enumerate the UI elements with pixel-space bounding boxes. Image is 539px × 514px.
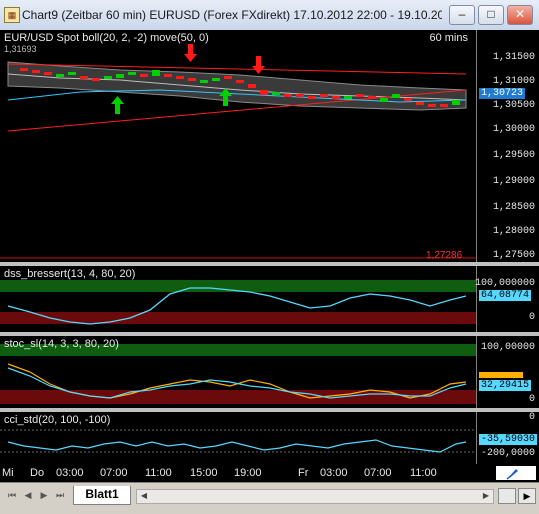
dss-value-badge: 64,08774 xyxy=(479,290,532,301)
price-tick: 1,28500 xyxy=(492,202,535,213)
low-marker-label: 1,27286 xyxy=(426,250,463,261)
cci-panel-label: cci_std(20, 100, -100) xyxy=(4,414,111,426)
prev-sheet-button[interactable]: ◀ xyxy=(22,489,34,501)
zoom-tool-button[interactable] xyxy=(496,466,536,480)
dss-indicator-panel[interactable]: dss_bressert(13, 4, 80, 20) xyxy=(0,266,476,332)
stoc-panel-label: stoc_sl(14, 3, 3, 80, 20) xyxy=(4,338,119,350)
chart-window: ▦ Chart9 (Zeitbar 60 min) EURUSD (Forex … xyxy=(0,0,539,514)
price-tick: 1,29000 xyxy=(492,176,535,187)
time-tick: 03:00 xyxy=(56,467,84,479)
high-marker-label: 1,31693 xyxy=(4,44,37,54)
cci-axis-bottom: -200,0000 xyxy=(480,448,535,459)
buy-arrow-1 xyxy=(111,96,124,114)
time-tick: 15:00 xyxy=(190,467,218,479)
scroll-left-icon[interactable]: ◀ xyxy=(139,491,149,501)
sell-arrow-2 xyxy=(252,56,265,74)
price-chart-panel[interactable]: EUR/USD Spot boll(20, 2, -2) move(50, 0)… xyxy=(0,30,476,262)
stoc-value-badge: 32,29415 xyxy=(479,380,532,391)
price-axis[interactable]: 1,31500 1,31000 1,30500 1,30000 1,29500 … xyxy=(476,30,539,262)
window-title: Chart9 (Zeitbar 60 min) EURUSD (Forex FX… xyxy=(22,8,442,22)
dss-axis: 100,000000 64,08774 0 xyxy=(474,266,539,332)
time-tick: 07:00 xyxy=(100,467,128,479)
stoc-axis-top: 100,00000 xyxy=(480,342,535,353)
scroll-end-icon[interactable]: ▶ xyxy=(518,488,536,504)
time-axis[interactable]: Mi Do 03:00 07:00 11:00 15:00 19:00 Fr 0… xyxy=(0,464,539,482)
dss-axis-top: 100,000000 xyxy=(474,278,535,289)
price-tick: 1,31000 xyxy=(492,76,535,87)
pin-icon xyxy=(506,469,518,480)
time-tick: 19:00 xyxy=(234,467,262,479)
stochastic-indicator-panel[interactable]: stoc_sl(14, 3, 3, 80, 20) xyxy=(0,336,476,408)
close-button[interactable]: ✕ xyxy=(507,5,533,25)
scroll-thumb[interactable] xyxy=(498,488,516,504)
first-sheet-button[interactable]: ⏮ xyxy=(6,489,18,501)
sell-arrow-1 xyxy=(184,44,197,62)
sheet-tab-bar: ⏮ ◀ ▶ ⏭ Blatt1 ◀ ▶ ▶ xyxy=(0,482,539,514)
minimize-button[interactable]: – xyxy=(449,5,475,25)
last-sheet-button[interactable]: ⏭ xyxy=(54,489,66,501)
price-tick: 1,27500 xyxy=(492,250,535,261)
stoc-fast-badge xyxy=(479,372,523,378)
time-tick: Mi xyxy=(2,467,14,479)
stoc-axis-bottom: 0 xyxy=(528,394,535,405)
timeframe-label: 60 mins xyxy=(429,32,468,44)
dss-panel-label: dss_bressert(13, 4, 80, 20) xyxy=(4,268,136,280)
cci-value-badge: -35,59030 xyxy=(479,434,538,445)
chart-app-icon: ▦ xyxy=(4,7,20,23)
time-tick: Fr xyxy=(298,467,309,479)
time-tick: 11:00 xyxy=(410,467,437,479)
stoc-axis: 100,00000 32,29415 0 xyxy=(476,336,539,408)
price-tick: 1,29500 xyxy=(492,150,535,161)
price-tick: 1,30500 xyxy=(492,100,535,111)
horizontal-scrollbar[interactable]: ◀ ▶ xyxy=(136,489,494,504)
title-bar[interactable]: ▦ Chart9 (Zeitbar 60 min) EURUSD (Forex … xyxy=(0,0,539,31)
price-panel-label: EUR/USD Spot boll(20, 2, -2) move(50, 0) xyxy=(4,32,209,44)
cci-line xyxy=(7,439,467,453)
price-tick: 1,31500 xyxy=(492,52,535,63)
time-tick: 03:00 xyxy=(320,467,348,479)
time-tick: 11:00 xyxy=(145,467,172,479)
price-chart-canvas xyxy=(0,44,476,259)
time-tick: 07:00 xyxy=(364,467,392,479)
price-tick: 1,28000 xyxy=(492,226,535,237)
dss-axis-bottom: 0 xyxy=(528,312,535,323)
cci-indicator-panel[interactable]: cci_std(20, 100, -100) xyxy=(0,412,476,464)
time-tick: Do xyxy=(30,467,45,479)
scroll-right-icon[interactable]: ▶ xyxy=(481,491,491,501)
current-price-badge: 1,30723 xyxy=(479,88,526,99)
maximize-button[interactable]: □ xyxy=(478,5,504,25)
sheet-tab-blatt1[interactable]: Blatt1 xyxy=(73,486,131,505)
cci-axis-top: 0 xyxy=(528,412,535,423)
price-tick: 1,30000 xyxy=(492,124,535,135)
cci-axis: 0 -35,59030 -200,0000 xyxy=(476,412,539,464)
next-sheet-button[interactable]: ▶ xyxy=(38,489,50,501)
